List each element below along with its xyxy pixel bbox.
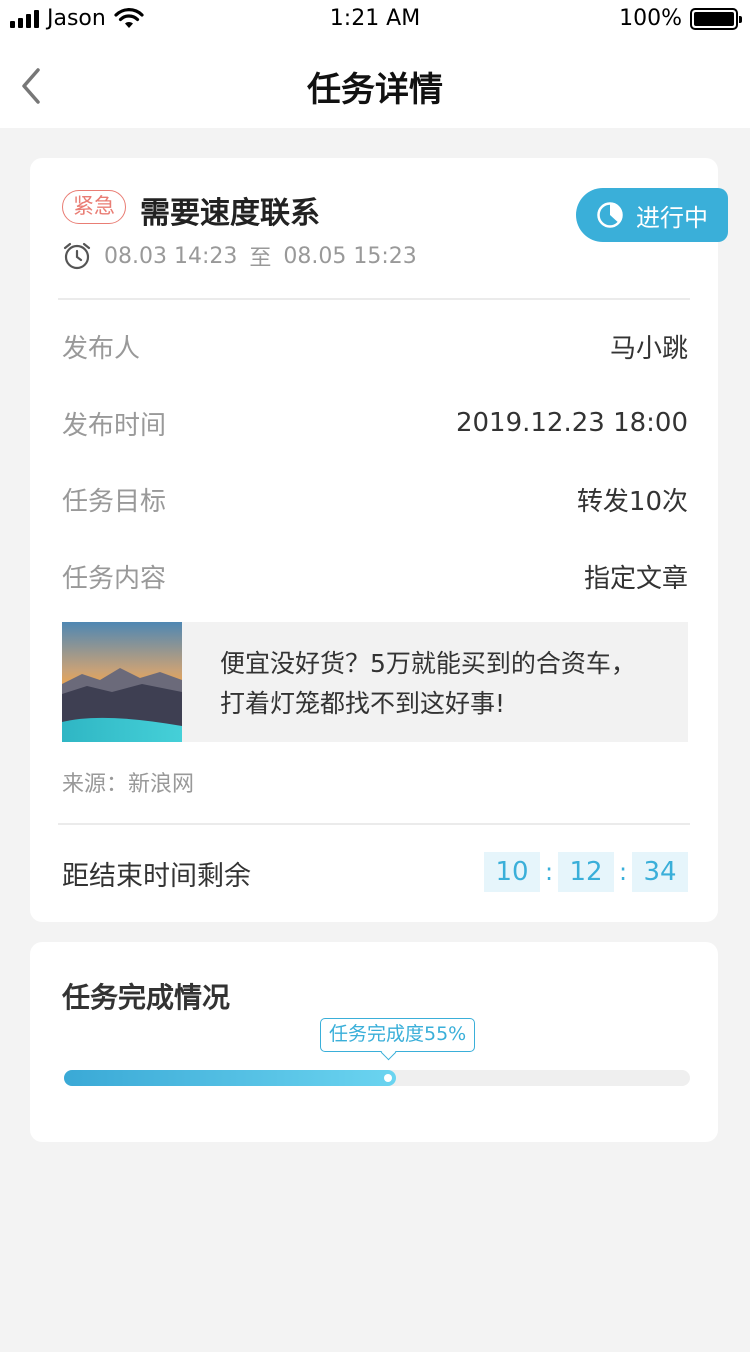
- progress-knob: [384, 1074, 392, 1082]
- article-card[interactable]: 便宜没好货？5万就能买到的合资车， 打着灯笼都找不到这好事!: [62, 622, 688, 742]
- article-thumbnail: [62, 622, 182, 742]
- time-to: 至: [249, 246, 272, 271]
- detail-value: 2019.12.23 18:00: [455, 408, 688, 438]
- detail-row-publish-time: 发布时间 2019.12.23 18:00: [62, 403, 688, 443]
- page-title: 任务详情: [307, 70, 443, 110]
- progress-tooltip: 任务完成度55%: [320, 1018, 476, 1052]
- countdown-separator: :: [544, 858, 554, 886]
- progress-fill: [64, 1070, 396, 1086]
- countdown-hours: 10: [484, 852, 540, 892]
- status-badge[interactable]: 进行中: [576, 188, 728, 242]
- alarm-clock-icon: [63, 242, 91, 270]
- divider: [58, 823, 690, 825]
- completion-card: 任务完成情况 任务完成度55%: [30, 942, 718, 1142]
- article-source: 来源：新浪网: [62, 772, 195, 797]
- divider: [58, 298, 690, 300]
- detail-value: 转发10次: [576, 486, 688, 517]
- countdown-timer: 10 : 12 : 34: [484, 852, 688, 892]
- battery-icon: [690, 7, 742, 30]
- article-title: 便宜没好货？5万就能买到的合资车， 打着灯笼都找不到这好事!: [182, 622, 656, 742]
- task-time-range: 08.03 14:23 至 08.05 15:23: [62, 240, 417, 272]
- detail-label: 任务内容: [62, 563, 167, 594]
- detail-label: 发布人: [62, 333, 141, 364]
- status-bar: Jason 1:21 AM 100%: [0, 0, 750, 40]
- detail-value: 马小跳: [609, 333, 688, 364]
- countdown-label: 距结束时间剩余: [62, 861, 251, 892]
- progress-bar: [64, 1070, 690, 1086]
- detail-label: 任务目标: [62, 486, 167, 517]
- countdown-seconds: 34: [632, 852, 688, 892]
- countdown-separator: :: [618, 858, 628, 886]
- countdown-minutes: 12: [558, 852, 614, 892]
- article-title-line2: 打着灯笼都找不到这好事!: [220, 689, 506, 718]
- detail-label: 发布时间: [62, 410, 167, 441]
- task-detail-card: 紧急 需要速度联系 进行中 08.03 14:23 至 08.05 15:23 …: [30, 158, 728, 922]
- status-right: 100%: [619, 6, 742, 31]
- urgent-tag: 紧急: [62, 190, 126, 224]
- detail-value: 指定文章: [583, 563, 688, 594]
- detail-row-content: 任务内容 指定文章: [62, 556, 688, 596]
- status-label: 进行中: [636, 203, 708, 232]
- time-end: 08.05 15:23: [283, 243, 417, 269]
- task-title: 需要速度联系: [140, 196, 320, 231]
- progress-pie-icon: [597, 202, 623, 228]
- completion-title: 任务完成情况: [62, 981, 231, 1014]
- battery-percent: 100%: [619, 6, 682, 31]
- nav-bar: 任务详情: [0, 40, 750, 128]
- article-title-line1: 便宜没好货？5万就能买到的合资车，: [220, 649, 636, 678]
- time-start: 08.03 14:23: [104, 243, 238, 269]
- detail-row-publisher: 发布人 马小跳: [62, 326, 688, 366]
- detail-row-goal: 任务目标 转发10次: [62, 479, 688, 519]
